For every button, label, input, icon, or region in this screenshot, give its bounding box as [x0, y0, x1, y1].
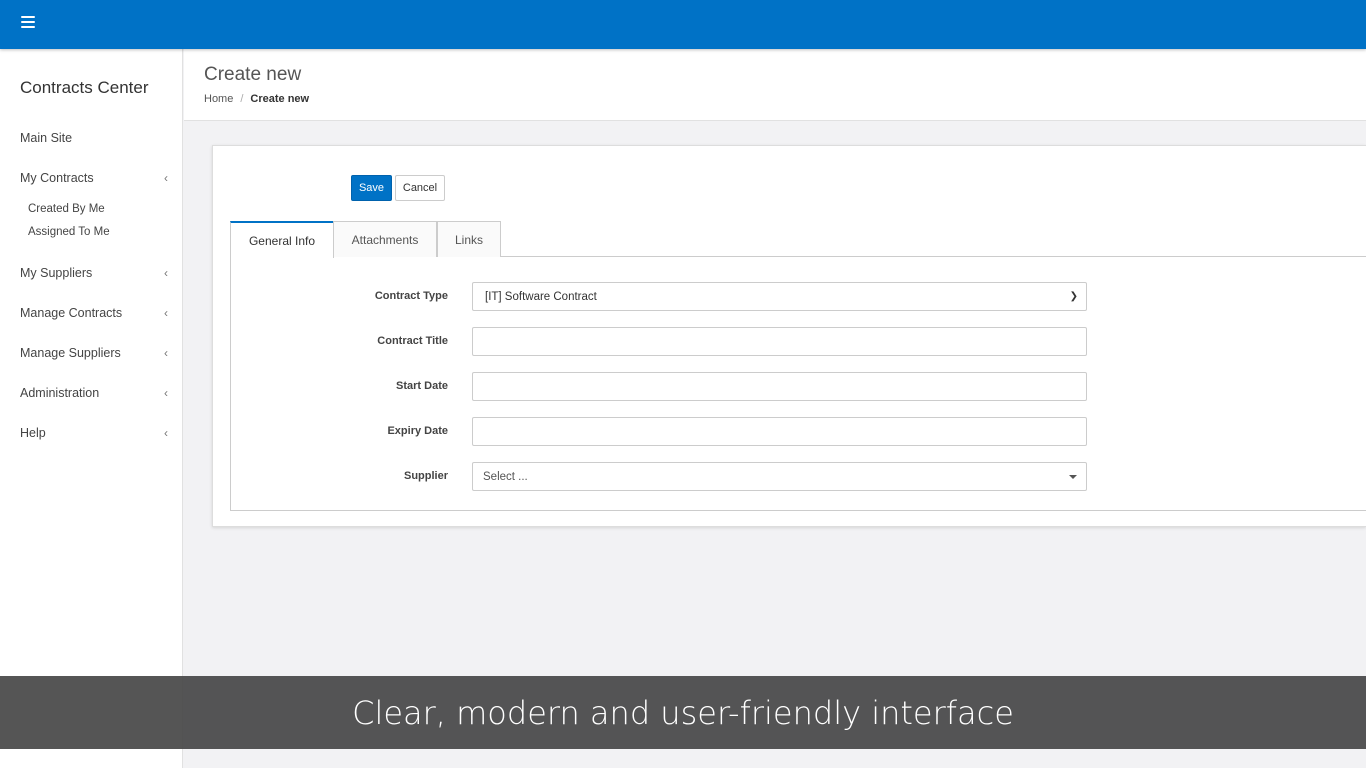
breadcrumb-current: Create new — [250, 93, 310, 105]
chevron-left-icon: ‹ — [164, 266, 168, 280]
start-date-input[interactable] — [472, 372, 1087, 401]
sidebar-subitem-created-by-me[interactable]: Created By Me — [28, 203, 105, 215]
sidebar-subitem-assigned-to-me[interactable]: Assigned To Me — [28, 226, 110, 238]
form-card: Save Cancel General Info Attachments Lin… — [212, 145, 1366, 527]
sidebar-item-my-contracts[interactable]: My Contracts ‹ — [20, 167, 168, 189]
sidebar-item-label: Manage Contracts — [20, 306, 123, 320]
general-info-panel: Contract Type [IT] Software Contract ❯ C… — [230, 257, 1366, 511]
tab-attachments[interactable]: Attachments — [333, 221, 437, 257]
expiry-date-label: Expiry Date — [387, 425, 448, 437]
caption-banner: Clear, modern and user-friendly interfac… — [0, 676, 1366, 749]
caret-down-icon — [1069, 475, 1077, 479]
start-date-label: Start Date — [396, 380, 448, 392]
contract-type-label: Contract Type — [374, 290, 448, 302]
sidebar-item-administration[interactable]: Administration ‹ — [20, 382, 168, 404]
sidebar-item-my-suppliers[interactable]: My Suppliers ‹ — [20, 262, 168, 284]
save-button[interactable]: Save — [351, 175, 392, 201]
sidebar-item-label: My Contracts — [20, 171, 94, 185]
contract-type-select[interactable]: [IT] Software Contract ❯ — [472, 282, 1087, 311]
chevron-down-icon: ❯ — [1069, 291, 1078, 302]
chevron-left-icon: ‹ — [164, 306, 168, 320]
breadcrumb-separator: / — [240, 93, 244, 105]
supplier-placeholder: Select ... — [483, 470, 528, 483]
chevron-left-icon: ‹ — [164, 346, 168, 360]
hamburger-icon[interactable] — [21, 16, 35, 30]
tab-general-info[interactable]: General Info — [230, 221, 334, 258]
tab-links[interactable]: Links — [437, 221, 501, 257]
sidebar-item-help[interactable]: Help ‹ — [20, 422, 168, 444]
chevron-left-icon: ‹ — [164, 386, 168, 400]
page-header: Create new Home / Create new — [184, 49, 1366, 121]
sidebar-item-label: Main Site — [20, 131, 73, 145]
sidebar-item-label: Manage Suppliers — [20, 346, 121, 360]
breadcrumb-home-link[interactable]: Home — [204, 93, 233, 105]
supplier-select[interactable]: Select ... — [472, 462, 1087, 491]
chevron-left-icon: ‹ — [164, 426, 168, 440]
brand-title: Contracts Center — [20, 78, 149, 97]
sidebar-item-label: Help — [20, 426, 46, 440]
sidebar-item-manage-contracts[interactable]: Manage Contracts ‹ — [20, 302, 168, 324]
chevron-left-icon: ‹ — [164, 171, 168, 185]
page-title: Create new — [204, 64, 302, 85]
top-bar — [0, 0, 1366, 49]
sidebar-item-label: Administration — [20, 386, 100, 400]
sidebar: Contracts Center Main Site My Contracts … — [0, 49, 183, 768]
sidebar-item-label: My Suppliers — [20, 266, 93, 280]
supplier-label: Supplier — [403, 470, 448, 482]
sidebar-item-manage-suppliers[interactable]: Manage Suppliers ‹ — [20, 342, 168, 364]
contract-title-label: Contract Title — [377, 335, 448, 347]
breadcrumb: Home / Create new — [204, 93, 309, 105]
contract-type-value: [IT] Software Contract — [485, 290, 597, 303]
expiry-date-input[interactable] — [472, 417, 1087, 446]
tab-bar: General Info Attachments Links — [230, 221, 1366, 258]
cancel-button[interactable]: Cancel — [395, 175, 445, 201]
contract-title-input[interactable] — [472, 327, 1087, 356]
sidebar-item-main-site[interactable]: Main Site — [20, 127, 168, 149]
